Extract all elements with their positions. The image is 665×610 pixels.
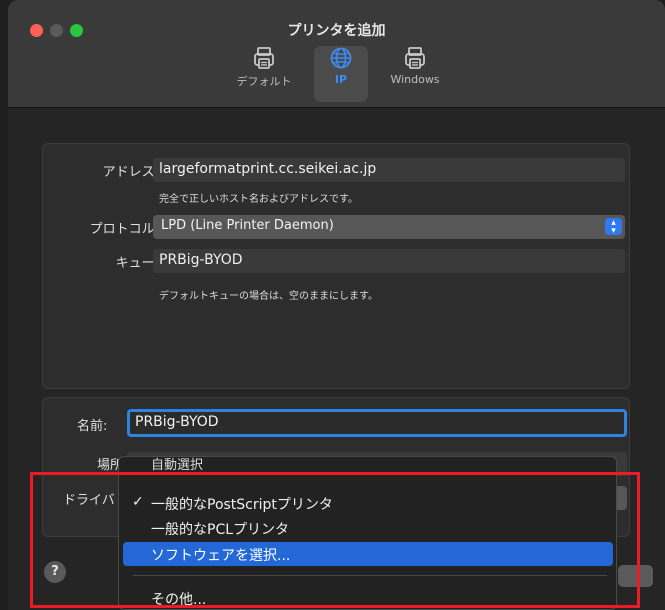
protocol-label: プロトコル: xyxy=(89,222,159,237)
window-title: プリンタを追加 xyxy=(287,23,386,39)
queue-field[interactable]: PRBig-BYOD xyxy=(153,249,625,273)
add-button[interactable] xyxy=(618,565,653,587)
tab-default-label: デフォルト xyxy=(236,75,292,88)
menu-item-generic-postscript[interactable]: ✓ 一般的なPostScriptプリンタ xyxy=(123,491,613,515)
driver-dropdown-menu: 自動選択 ✓ 一般的なPostScriptプリンタ 一般的なPCLプリンタ ソフ… xyxy=(118,456,617,610)
tab-windows[interactable]: Windows xyxy=(382,46,448,102)
menu-item-label: 一般的なPostScriptプリンタ xyxy=(151,497,333,513)
address-field[interactable]: largeformatprint.cc.seikei.ac.jp xyxy=(153,158,625,182)
menu-item-label: 一般的なPCLプリンタ xyxy=(151,522,290,538)
title-bar: プリンタを追加 デフォルト IP Windows xyxy=(8,0,665,108)
checkmark-icon: ✓ xyxy=(132,494,144,510)
protocol-value: LPD (Line Printer Daemon) xyxy=(161,218,334,233)
tab-ip-label: IP xyxy=(334,73,348,86)
menu-item-auto-select[interactable]: 自動選択 xyxy=(123,457,613,475)
tab-windows-label: Windows xyxy=(390,73,440,86)
chevron-updown-icon: ▴ ▾ xyxy=(605,218,622,236)
connection-panel: アドレス: largeformatprint.cc.seikei.ac.jp 完… xyxy=(42,143,630,389)
menu-item-generic-pcl[interactable]: 一般的なPCLプリンタ xyxy=(123,516,613,540)
protocol-popup[interactable]: LPD (Line Printer Daemon) ▴ ▾ xyxy=(153,215,625,239)
menu-separator xyxy=(133,575,607,576)
printer-icon xyxy=(382,46,448,70)
tab-default[interactable]: デフォルト xyxy=(234,46,294,102)
menu-item-other[interactable]: その他... xyxy=(123,586,613,609)
globe-icon xyxy=(314,46,368,70)
menu-item-label: その他... xyxy=(151,592,207,608)
name-label: 名前: xyxy=(77,419,108,434)
address-label: アドレス: xyxy=(102,165,159,180)
menu-item-label: 自動選択 xyxy=(151,458,204,473)
queue-hint: デフォルトキューの場合は、空のままにします。 xyxy=(159,291,378,302)
menu-item-label: ソフトウェアを選択... xyxy=(151,548,291,564)
address-hint: 完全で正しいホスト名およびアドレスです。 xyxy=(159,194,358,205)
driver-label: ドライバ xyxy=(63,493,115,508)
name-field[interactable]: PRBig-BYOD xyxy=(127,409,627,437)
printer-icon xyxy=(234,46,294,70)
help-button[interactable]: ? xyxy=(44,561,66,583)
menu-item-select-software[interactable]: ソフトウェアを選択... xyxy=(123,542,613,566)
tab-ip[interactable]: IP xyxy=(314,46,368,102)
